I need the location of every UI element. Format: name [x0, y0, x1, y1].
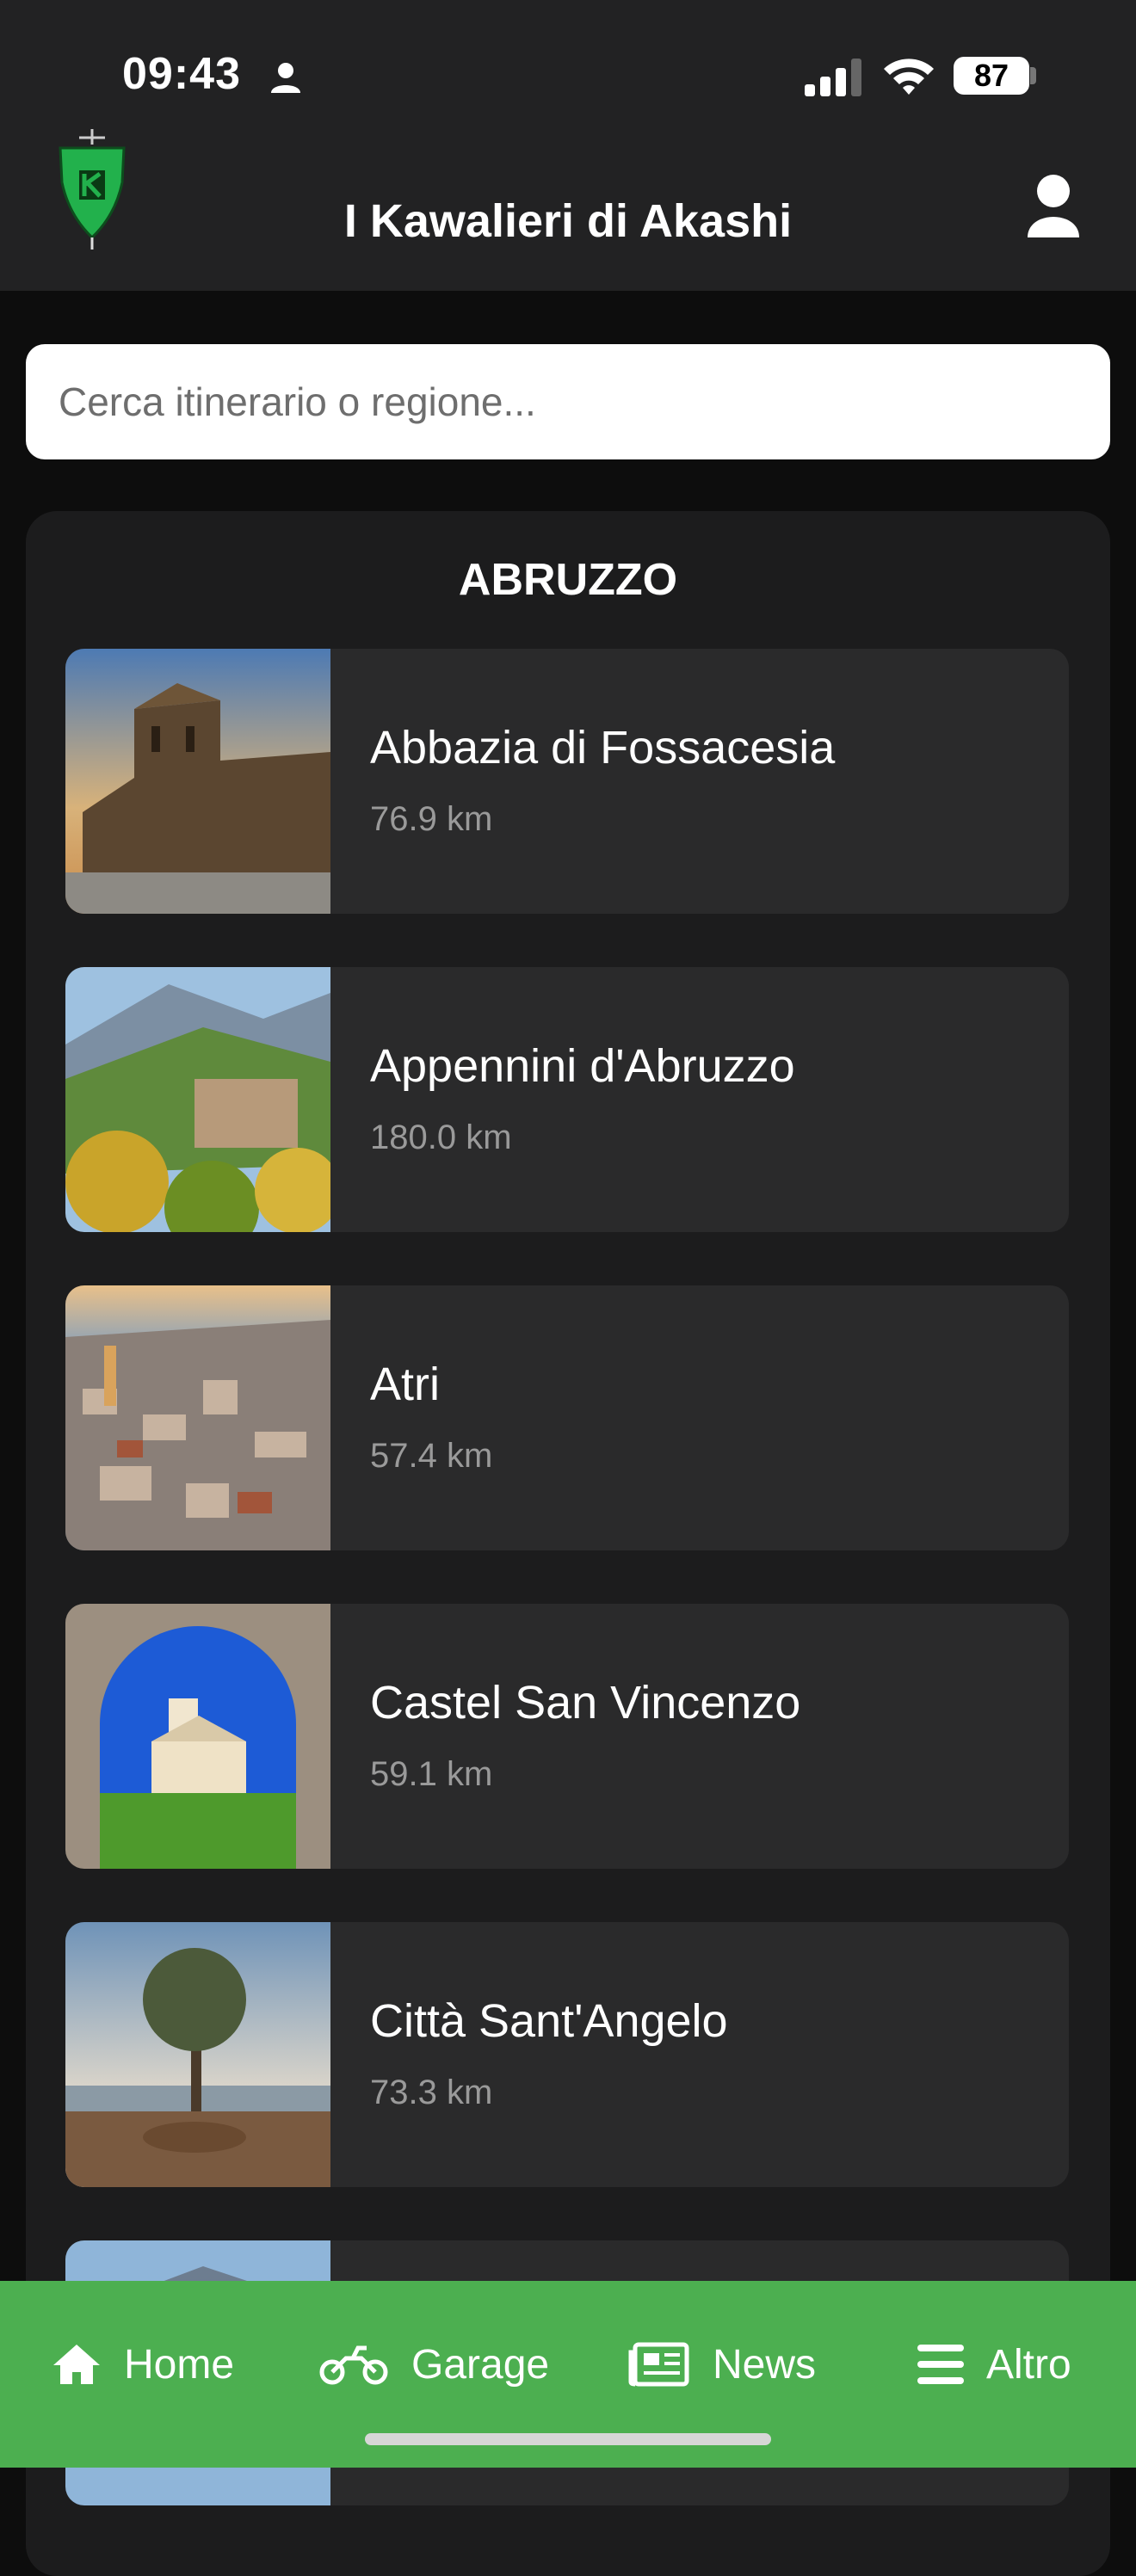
search-input[interactable] — [26, 344, 1110, 459]
itinerary-name: Castel San Vincenzo — [370, 1677, 801, 1729]
itinerary-distance: 73.3 km — [370, 2074, 493, 2111]
home-icon — [53, 2345, 100, 2384]
menu-icon — [917, 2345, 964, 2384]
status-bar: 09:43 87 — [0, 0, 1136, 129]
itinerary-distance: 59.1 km — [370, 1755, 493, 1793]
user-profile-icon[interactable] — [1026, 174, 1081, 243]
itinerary-thumbnail — [65, 1922, 330, 2187]
itinerary-name: Abbazia di Fossacesia — [370, 722, 836, 773]
itinerary-distance: 57.4 km — [370, 1437, 493, 1475]
battery-tip — [1030, 67, 1036, 84]
nav-home[interactable]: Home — [52, 2334, 234, 2394]
itinerary-thumbnail — [65, 1285, 330, 1550]
nav-garage-label: Garage — [411, 2341, 550, 2388]
battery-level: 87 — [954, 57, 1029, 95]
nav-more[interactable]: Altro — [917, 2334, 1071, 2394]
app-header: I Kawalieri di Akashi — [0, 129, 1136, 291]
itinerary-name: Atri — [370, 1359, 440, 1410]
nav-more-label: Altro — [986, 2341, 1071, 2388]
motorcycle-icon — [319, 2345, 388, 2385]
region-panel: ABRUZZO Abbazia di Fossacesia 76.9 km Ap… — [26, 511, 1110, 2576]
itinerary-name: Città Sant'Angelo — [370, 1995, 728, 2047]
newspaper-icon — [628, 2342, 689, 2387]
home-indicator[interactable] — [365, 2433, 771, 2445]
itinerary-card[interactable]: Abbazia di Fossacesia 76.9 km — [65, 649, 1069, 914]
itinerary-distance: 76.9 km — [370, 800, 493, 838]
nav-news-label: News — [713, 2341, 817, 2388]
nav-news[interactable]: News — [628, 2334, 816, 2394]
itinerary-card[interactable]: Appennini d'Abruzzo 180.0 km — [65, 967, 1069, 1232]
itinerary-thumbnail — [65, 649, 330, 914]
wifi-icon — [882, 55, 935, 101]
nav-home-label: Home — [124, 2341, 235, 2388]
itinerary-distance: 180.0 km — [370, 1119, 512, 1156]
itinerary-card[interactable]: Castel San Vincenzo 59.1 km — [65, 1604, 1069, 1869]
cellular-signal-icon — [805, 59, 863, 101]
nav-garage[interactable]: Garage — [318, 2334, 549, 2394]
itinerary-thumbnail — [65, 1604, 330, 1869]
itinerary-card[interactable]: Città Sant'Angelo 73.3 km — [65, 1922, 1069, 2187]
status-time: 09:43 — [122, 49, 241, 99]
app-title: I Kawalieri di Akashi — [343, 195, 793, 247]
itinerary-thumbnail — [65, 967, 330, 1232]
itinerary-card[interactable]: Atri 57.4 km — [65, 1285, 1069, 1550]
region-title: ABRUZZO — [458, 555, 678, 605]
itinerary-name: Appennini d'Abruzzo — [370, 1040, 795, 1092]
person-icon — [269, 60, 303, 99]
